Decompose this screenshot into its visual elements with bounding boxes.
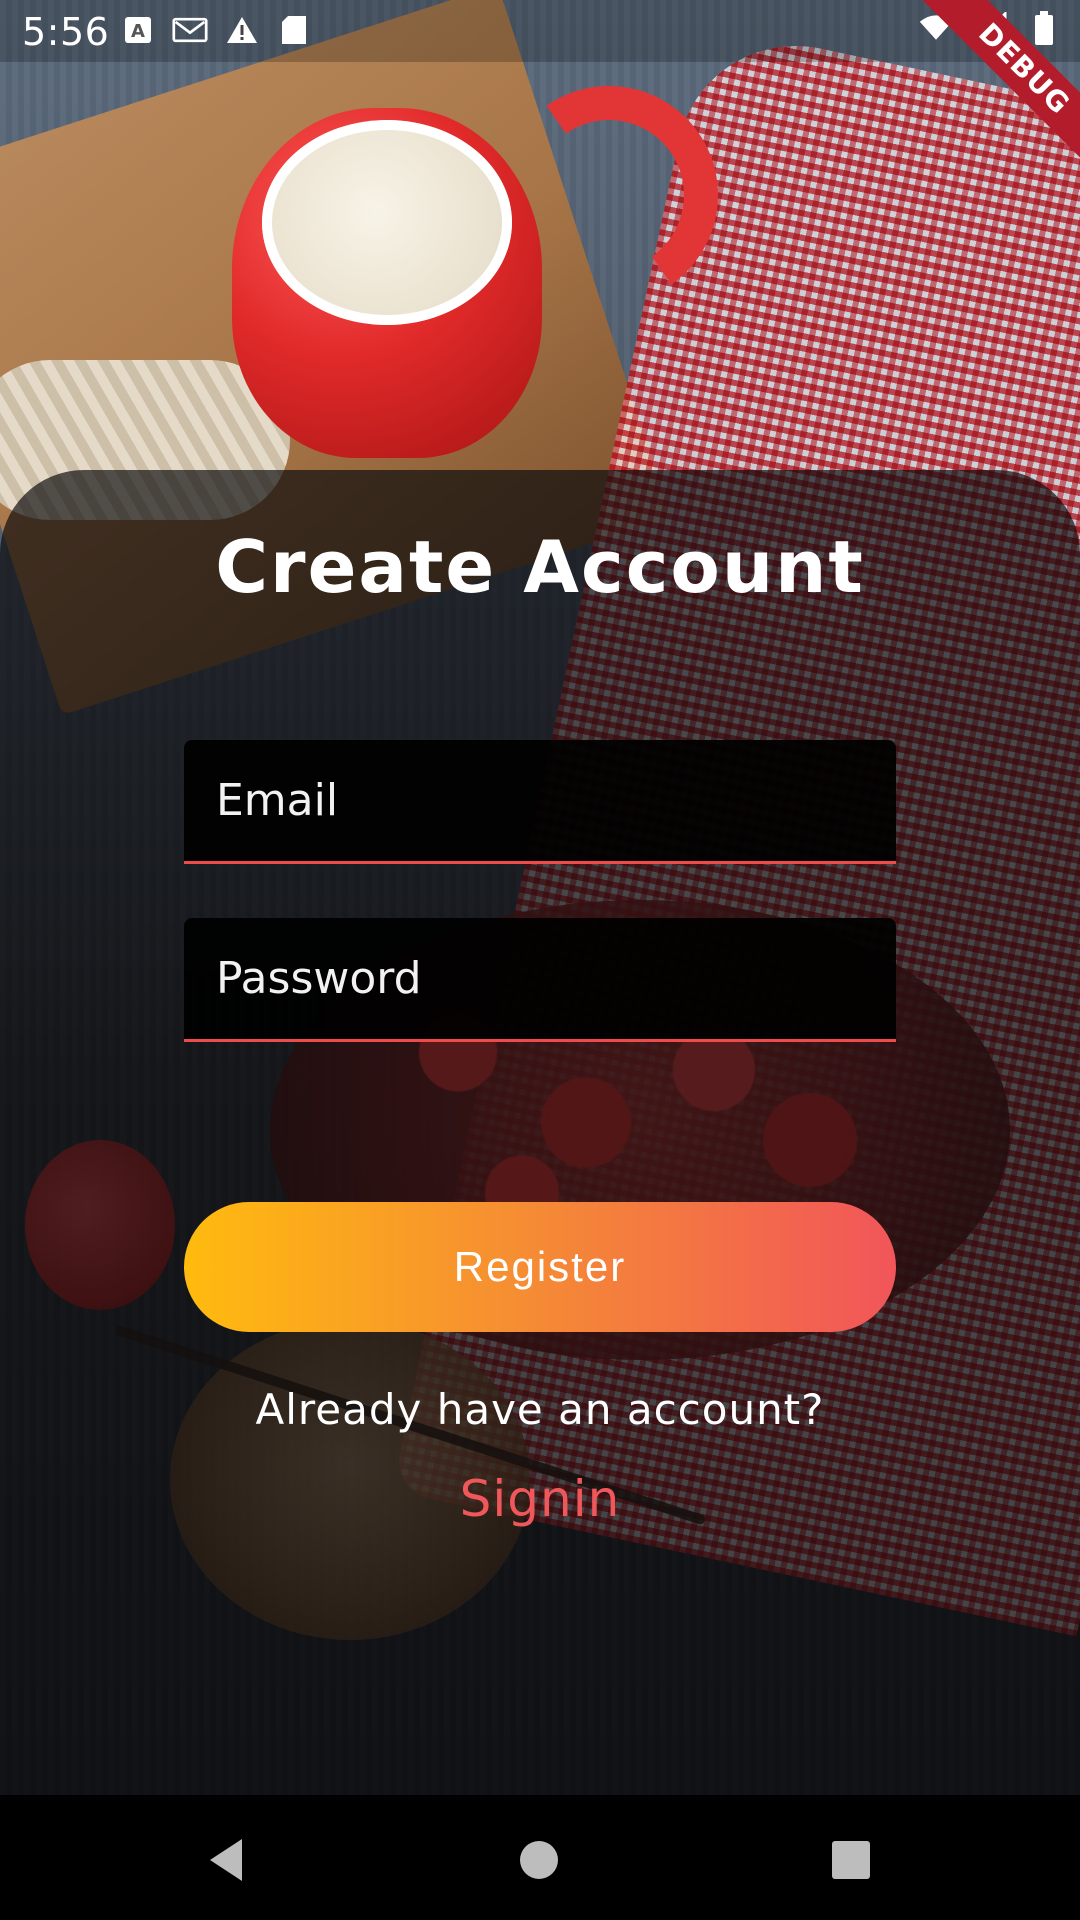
home-icon[interactable]: [504, 1825, 574, 1895]
password-field[interactable]: [184, 918, 896, 1042]
password-input[interactable]: [184, 918, 896, 1039]
signup-panel: [0, 470, 1080, 1795]
email-field[interactable]: [184, 740, 896, 864]
email-input[interactable]: [184, 740, 896, 861]
status-time: 5:56: [22, 10, 110, 54]
milk: [262, 120, 512, 325]
back-icon[interactable]: [192, 1825, 262, 1895]
gmail-icon: [172, 12, 208, 48]
status-bar: 5:56 A: [0, 0, 1080, 62]
font-a-icon: A: [120, 12, 156, 48]
warning-icon: [224, 12, 260, 48]
navigation-bar: [0, 1795, 1080, 1920]
svg-text:A: A: [131, 21, 145, 42]
battery-icon: [1026, 10, 1062, 46]
recents-icon[interactable]: [816, 1825, 886, 1895]
status-icons-left: A: [120, 12, 312, 48]
signin-prompt: Already have an account?: [255, 1385, 825, 1434]
sd-card-icon: [276, 12, 312, 48]
register-button[interactable]: Register: [184, 1202, 896, 1332]
signin-link[interactable]: Signin: [0, 1470, 1080, 1528]
page-title: Create Account: [215, 525, 865, 609]
